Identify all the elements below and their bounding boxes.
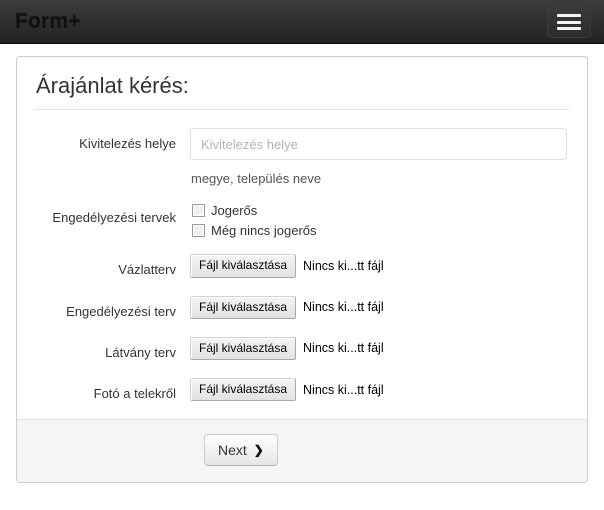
label-location: Kivitelezés helye	[79, 136, 176, 152]
file-choose-button-foto-a-telekrol[interactable]: Fájl kiválasztása	[190, 377, 297, 402]
form-row-engedelyezesi-terv: Engedélyezési terv Fájl kiválasztása Nin…	[32, 295, 572, 321]
label-foto-a-telekrol: Fotó a telekről	[93, 385, 176, 401]
form-row-vazlatterv: Vázlatterv Fájl kiválasztása Nincs ki...…	[32, 254, 572, 279]
hamburger-menu-icon[interactable]	[547, 6, 591, 38]
form-row-location: Kivitelezés helye megye, település neve	[32, 128, 572, 186]
hamburger-bar-2	[557, 20, 581, 24]
page-title: Árajánlat kérés:	[36, 73, 189, 98]
label-permits: Engedélyezési tervek	[52, 210, 176, 226]
checkbox-row-meg-nincs-jogeros[interactable]: Még nincs jogerős	[190, 223, 567, 238]
form-row-permits: Engedélyezési tervek Jogerős Még nincs j…	[32, 202, 572, 238]
file-status-engedelyezesi-terv: Nincs ki...tt fájl	[303, 300, 384, 315]
location-help-text: megye, település neve	[191, 171, 322, 187]
file-input-engedelyezesi-terv[interactable]: Fájl kiválasztása Nincs ki...tt fájl	[190, 295, 567, 319]
file-input-vazlatterv[interactable]: Fájl kiválasztása Nincs ki...tt fájl	[190, 254, 567, 278]
control-permits: Jogerős Még nincs jogerős	[190, 202, 572, 238]
title-divider	[34, 109, 570, 111]
file-status-latvany-terv: Nincs ki...tt fájl	[303, 341, 384, 356]
label-vazlatterv: Vázlatterv	[118, 262, 176, 278]
label-latvany-terv: Látvány terv	[105, 344, 176, 360]
quote-request-panel: Árajánlat kérés: Kivitelezés helye megye…	[16, 56, 588, 484]
checkbox-jogeros[interactable]	[192, 204, 205, 218]
control-location: megye, település neve	[190, 128, 572, 186]
navbar: Form+	[0, 0, 604, 44]
footer-inner: Next ❯	[32, 434, 572, 467]
file-status-vazlatterv: Nincs ki...tt fájl	[303, 258, 384, 273]
panel-footer: Next ❯	[17, 419, 587, 483]
hamburger-bar-1	[557, 14, 581, 17]
control-vazlatterv: Fájl kiválasztása Nincs ki...tt fájl	[190, 254, 572, 278]
form-row-foto-a-telekrol: Fotó a telekről Fájl kiválasztása Nincs …	[32, 377, 572, 403]
checkbox-label-jogeros[interactable]: Jogerős	[211, 203, 257, 218]
location-input[interactable]	[190, 128, 567, 161]
checkbox-row-jogeros[interactable]: Jogerős	[190, 203, 567, 218]
brand-logo[interactable]: Form+	[0, 11, 81, 32]
chevron-right-icon: ❯	[253, 443, 264, 458]
checkbox-label-meg-nincs-jogeros[interactable]: Még nincs jogerős	[211, 223, 317, 238]
file-input-latvany-terv[interactable]: Fájl kiválasztása Nincs ki...tt fájl	[190, 336, 567, 360]
file-status-foto-a-telekrol: Nincs ki...tt fájl	[303, 382, 384, 397]
control-engedelyezesi-terv: Fájl kiválasztása Nincs ki...tt fájl	[190, 295, 572, 319]
next-button[interactable]: Next ❯	[204, 434, 278, 467]
page-container: Árajánlat kérés: Kivitelezés helye megye…	[0, 44, 604, 484]
hamburger-bar-3	[557, 27, 581, 30]
form-row-latvany-terv: Látvány terv Fájl kiválasztása Nincs ki.…	[32, 336, 572, 362]
panel-body: Árajánlat kérés: Kivitelezés helye megye…	[17, 57, 587, 403]
control-foto-a-telekrol: Fájl kiválasztása Nincs ki...tt fájl	[190, 377, 572, 402]
file-choose-button-latvany-terv[interactable]: Fájl kiválasztása	[190, 336, 297, 360]
file-choose-button-vazlatterv[interactable]: Fájl kiválasztása	[190, 254, 297, 278]
label-engedelyezesi-terv: Engedélyezési terv	[66, 303, 176, 319]
control-latvany-terv: Fájl kiválasztása Nincs ki...tt fájl	[190, 336, 572, 360]
checkbox-meg-nincs-jogeros[interactable]	[192, 224, 205, 238]
next-button-label: Next	[218, 442, 247, 459]
file-choose-button-engedelyezesi-terv[interactable]: Fájl kiválasztása	[190, 295, 297, 319]
file-input-foto-a-telekrol[interactable]: Fájl kiválasztása Nincs ki...tt fájl	[190, 377, 567, 402]
